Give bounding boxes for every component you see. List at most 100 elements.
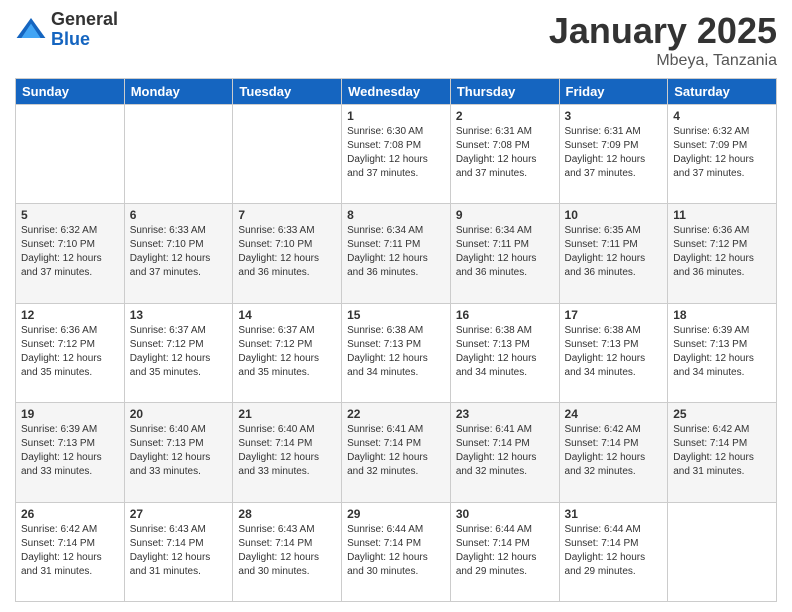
day-info: Sunrise: 6:40 AM Sunset: 7:13 PM Dayligh… bbox=[130, 423, 228, 479]
day-number: 8 bbox=[347, 208, 445, 222]
day-number: 31 bbox=[565, 507, 663, 521]
calendar-cell: 15 Sunrise: 6:38 AM Sunset: 7:13 PM Dayli… bbox=[342, 303, 451, 402]
calendar-week: 19 Sunrise: 6:39 AM Sunset: 7:13 PM Dayli… bbox=[16, 403, 777, 502]
calendar-cell: 13 Sunrise: 6:37 AM Sunset: 7:12 PM Dayli… bbox=[124, 303, 233, 402]
day-number: 1 bbox=[347, 109, 445, 123]
logo: General Blue bbox=[15, 10, 118, 50]
day-number: 19 bbox=[21, 407, 119, 421]
calendar-cell: 20 Sunrise: 6:40 AM Sunset: 7:13 PM Dayli… bbox=[124, 403, 233, 502]
page: General Blue January 2025 Mbeya, Tanzani… bbox=[0, 0, 792, 612]
day-number: 23 bbox=[456, 407, 554, 421]
day-number: 26 bbox=[21, 507, 119, 521]
title-section: January 2025 Mbeya, Tanzania bbox=[549, 10, 777, 70]
day-info: Sunrise: 6:31 AM Sunset: 7:08 PM Dayligh… bbox=[456, 125, 554, 181]
calendar-week: 26 Sunrise: 6:42 AM Sunset: 7:14 PM Dayli… bbox=[16, 502, 777, 601]
day-info: Sunrise: 6:34 AM Sunset: 7:11 PM Dayligh… bbox=[456, 224, 554, 280]
calendar-cell bbox=[233, 105, 342, 204]
calendar-cell: 18 Sunrise: 6:39 AM Sunset: 7:13 PM Dayli… bbox=[668, 303, 777, 402]
day-info: Sunrise: 6:44 AM Sunset: 7:14 PM Dayligh… bbox=[565, 523, 663, 579]
day-info: Sunrise: 6:35 AM Sunset: 7:11 PM Dayligh… bbox=[565, 224, 663, 280]
day-info: Sunrise: 6:34 AM Sunset: 7:11 PM Dayligh… bbox=[347, 224, 445, 280]
calendar-cell: 27Sunrise: 6:43 AM Sunset: 7:14 PM Dayli… bbox=[124, 502, 233, 601]
calendar-cell: 26 Sunrise: 6:42 AM Sunset: 7:14 PM Dayli… bbox=[16, 502, 125, 601]
day-info: Sunrise: 6:41 AM Sunset: 7:14 PM Dayligh… bbox=[347, 423, 445, 479]
day-info: Sunrise: 6:43 AM Sunset: 7:14 PM Dayligh… bbox=[130, 523, 228, 579]
day-number: 14 bbox=[238, 308, 336, 322]
header-row: SundayMondayTuesdayWednesdayThursdayFrid… bbox=[16, 79, 777, 105]
day-header: Friday bbox=[559, 79, 668, 105]
calendar-cell: 29 Sunrise: 6:44 AM Sunset: 7:14 PM Dayli… bbox=[342, 502, 451, 601]
logo-text: General Blue bbox=[51, 10, 118, 50]
day-number: 2 bbox=[456, 109, 554, 123]
day-header: Wednesday bbox=[342, 79, 451, 105]
header: General Blue January 2025 Mbeya, Tanzani… bbox=[15, 10, 777, 70]
day-info: Sunrise: 6:32 AM Sunset: 7:10 PM Dayligh… bbox=[21, 224, 119, 280]
day-header: Monday bbox=[124, 79, 233, 105]
day-number: 29 bbox=[347, 507, 445, 521]
day-info: Sunrise: 6:31 AM Sunset: 7:09 PM Dayligh… bbox=[565, 125, 663, 181]
calendar-cell: 12Sunrise: 6:36 AM Sunset: 7:12 PM Dayli… bbox=[16, 303, 125, 402]
calendar-cell: 11 Sunrise: 6:36 AM Sunset: 7:12 PM Dayli… bbox=[668, 204, 777, 303]
day-info: Sunrise: 6:42 AM Sunset: 7:14 PM Dayligh… bbox=[565, 423, 663, 479]
day-info: Sunrise: 6:32 AM Sunset: 7:09 PM Dayligh… bbox=[673, 125, 771, 181]
day-number: 25 bbox=[673, 407, 771, 421]
logo-blue: Blue bbox=[51, 30, 118, 50]
calendar-cell: 24Sunrise: 6:42 AM Sunset: 7:14 PM Dayli… bbox=[559, 403, 668, 502]
day-info: Sunrise: 6:36 AM Sunset: 7:12 PM Dayligh… bbox=[21, 324, 119, 380]
calendar-cell: 6 Sunrise: 6:33 AM Sunset: 7:10 PM Daylig… bbox=[124, 204, 233, 303]
calendar-cell: 31 Sunrise: 6:44 AM Sunset: 7:14 PM Dayli… bbox=[559, 502, 668, 601]
day-info: Sunrise: 6:38 AM Sunset: 7:13 PM Dayligh… bbox=[347, 324, 445, 380]
location: Mbeya, Tanzania bbox=[549, 52, 777, 70]
day-info: Sunrise: 6:36 AM Sunset: 7:12 PM Dayligh… bbox=[673, 224, 771, 280]
logo-icon bbox=[15, 14, 47, 46]
day-number: 20 bbox=[130, 407, 228, 421]
day-info: Sunrise: 6:39 AM Sunset: 7:13 PM Dayligh… bbox=[21, 423, 119, 479]
calendar-cell: 4 Sunrise: 6:32 AM Sunset: 7:09 PM Daylig… bbox=[668, 105, 777, 204]
day-header: Saturday bbox=[668, 79, 777, 105]
calendar-cell: 5Sunrise: 6:32 AM Sunset: 7:10 PM Daylig… bbox=[16, 204, 125, 303]
day-number: 17 bbox=[565, 308, 663, 322]
day-info: Sunrise: 6:33 AM Sunset: 7:10 PM Dayligh… bbox=[130, 224, 228, 280]
day-info: Sunrise: 6:40 AM Sunset: 7:14 PM Dayligh… bbox=[238, 423, 336, 479]
calendar-cell: 21 Sunrise: 6:40 AM Sunset: 7:14 PM Dayli… bbox=[233, 403, 342, 502]
calendar-cell: 17 Sunrise: 6:38 AM Sunset: 7:13 PM Dayli… bbox=[559, 303, 668, 402]
month-title: January 2025 bbox=[549, 10, 777, 52]
calendar-cell: 7Sunrise: 6:33 AM Sunset: 7:10 PM Daylig… bbox=[233, 204, 342, 303]
calendar-cell: 28 Sunrise: 6:43 AM Sunset: 7:14 PM Dayli… bbox=[233, 502, 342, 601]
calendar-cell: 8 Sunrise: 6:34 AM Sunset: 7:11 PM Daylig… bbox=[342, 204, 451, 303]
day-info: Sunrise: 6:43 AM Sunset: 7:14 PM Dayligh… bbox=[238, 523, 336, 579]
day-number: 6 bbox=[130, 208, 228, 222]
day-header: Tuesday bbox=[233, 79, 342, 105]
calendar-week: 5Sunrise: 6:32 AM Sunset: 7:10 PM Daylig… bbox=[16, 204, 777, 303]
calendar-cell bbox=[668, 502, 777, 601]
calendar-cell bbox=[16, 105, 125, 204]
day-info: Sunrise: 6:44 AM Sunset: 7:14 PM Dayligh… bbox=[456, 523, 554, 579]
day-info: Sunrise: 6:42 AM Sunset: 7:14 PM Dayligh… bbox=[673, 423, 771, 479]
day-number: 28 bbox=[238, 507, 336, 521]
day-number: 9 bbox=[456, 208, 554, 222]
day-info: Sunrise: 6:33 AM Sunset: 7:10 PM Dayligh… bbox=[238, 224, 336, 280]
day-number: 15 bbox=[347, 308, 445, 322]
day-info: Sunrise: 6:39 AM Sunset: 7:13 PM Dayligh… bbox=[673, 324, 771, 380]
day-info: Sunrise: 6:37 AM Sunset: 7:12 PM Dayligh… bbox=[130, 324, 228, 380]
day-info: Sunrise: 6:38 AM Sunset: 7:13 PM Dayligh… bbox=[456, 324, 554, 380]
calendar-cell: 10Sunrise: 6:35 AM Sunset: 7:11 PM Dayli… bbox=[559, 204, 668, 303]
calendar-cell: 22 Sunrise: 6:41 AM Sunset: 7:14 PM Dayli… bbox=[342, 403, 451, 502]
day-info: Sunrise: 6:37 AM Sunset: 7:12 PM Dayligh… bbox=[238, 324, 336, 380]
day-number: 13 bbox=[130, 308, 228, 322]
day-number: 11 bbox=[673, 208, 771, 222]
day-number: 22 bbox=[347, 407, 445, 421]
day-number: 21 bbox=[238, 407, 336, 421]
calendar-cell: 19 Sunrise: 6:39 AM Sunset: 7:13 PM Dayli… bbox=[16, 403, 125, 502]
calendar-cell: 25 Sunrise: 6:42 AM Sunset: 7:14 PM Dayli… bbox=[668, 403, 777, 502]
day-info: Sunrise: 6:41 AM Sunset: 7:14 PM Dayligh… bbox=[456, 423, 554, 479]
day-number: 3 bbox=[565, 109, 663, 123]
calendar-cell: 3 Sunrise: 6:31 AM Sunset: 7:09 PM Daylig… bbox=[559, 105, 668, 204]
day-number: 4 bbox=[673, 109, 771, 123]
day-info: Sunrise: 6:42 AM Sunset: 7:14 PM Dayligh… bbox=[21, 523, 119, 579]
day-number: 18 bbox=[673, 308, 771, 322]
day-info: Sunrise: 6:38 AM Sunset: 7:13 PM Dayligh… bbox=[565, 324, 663, 380]
logo-general: General bbox=[51, 10, 118, 30]
calendar-cell: 23 Sunrise: 6:41 AM Sunset: 7:14 PM Dayli… bbox=[450, 403, 559, 502]
day-info: Sunrise: 6:44 AM Sunset: 7:14 PM Dayligh… bbox=[347, 523, 445, 579]
